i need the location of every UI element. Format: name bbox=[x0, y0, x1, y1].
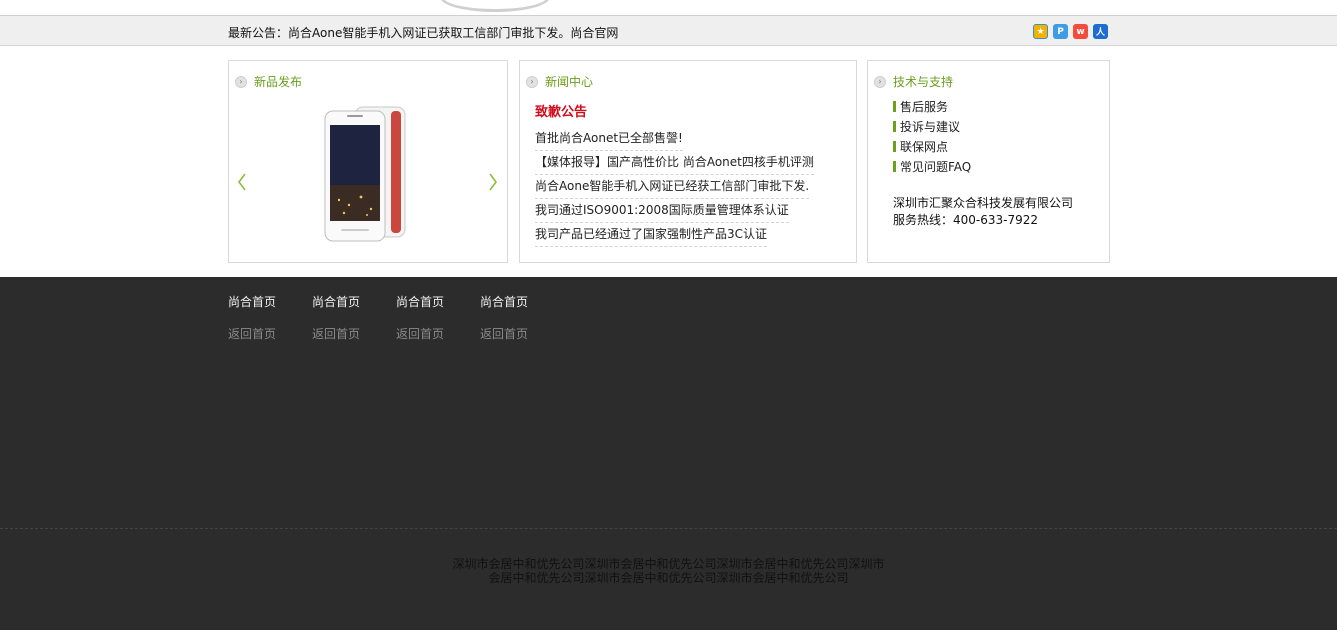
carousel-prev-arrow-icon[interactable] bbox=[237, 173, 247, 191]
support-link-label: 投诉与建议 bbox=[900, 119, 961, 134]
footer-link-main[interactable]: 尚合首页 bbox=[228, 294, 312, 326]
support-links: 售后服务 投诉与建议 联保网点 常见问题FAQ bbox=[893, 96, 971, 176]
announcement-text[interactable]: 最新公告：尚合Aone智能手机入网证已获取工信部门审批下发。尚合官网 bbox=[228, 24, 618, 41]
copyright-line: 会居中和优先公司深圳市会居中和优先公司深圳市会居中和优先公司 bbox=[488, 571, 849, 585]
bullet-bar-icon bbox=[893, 120, 896, 132]
bullet-bar-icon bbox=[893, 160, 896, 172]
panel-title: 技术与支持 bbox=[893, 75, 954, 89]
list-item: 尚合Aone智能手机入网证已经获工信部门审批下发. bbox=[535, 174, 814, 199]
news-link[interactable]: 【媒体报导】国产高性价比 尚合Aonet四核手机评测 bbox=[535, 150, 814, 175]
panel-header: › 技术与支持 bbox=[874, 73, 953, 90]
notice-bar: 最新公告：尚合Aone智能手机入网证已获取工信部门审批下发。尚合官网 ★ P w… bbox=[0, 16, 1337, 46]
footer-column: 尚合首页 返回首页 bbox=[312, 294, 396, 342]
support-link-label: 联保网点 bbox=[900, 139, 949, 154]
bullet-bar-icon bbox=[893, 140, 896, 152]
new-products-panel: › 新品发布 bbox=[228, 60, 508, 263]
footer-column: 尚合首页 返回首页 bbox=[480, 294, 564, 342]
footer-link-sub[interactable]: 返回首页 bbox=[312, 326, 396, 342]
footer-link-main[interactable]: 尚合首页 bbox=[396, 294, 480, 326]
carousel-next-arrow-icon[interactable] bbox=[488, 173, 498, 191]
footer-column: 尚合首页 返回首页 bbox=[396, 294, 480, 342]
footer-link-sub[interactable]: 返回首页 bbox=[396, 326, 480, 342]
list-item: 首批尚合Aonet已全部售謦! bbox=[535, 126, 814, 151]
service-hotline: 服务热线：400-633-7922 bbox=[893, 213, 1039, 227]
news-link[interactable]: 尚合Aone智能手机入网证已经获工信部门审批下发. bbox=[535, 174, 810, 199]
news-headline-link[interactable]: 致歉公告 bbox=[535, 101, 814, 120]
banner-image-edge bbox=[440, 0, 550, 12]
news-center-panel: › 新闻中心 致歉公告 首批尚合Aonet已全部售謦! 【媒体报导】国产高性价比… bbox=[519, 60, 857, 263]
footer-nav: 尚合首页 返回首页 尚合首页 返回首页 尚合首页 返回首页 尚合首页 返回首页 bbox=[228, 294, 564, 342]
footer-copyright: 深圳市会居中和优先公司深圳市会居中和优先公司深圳市会居中和优先公司深圳市 会居中… bbox=[0, 557, 1337, 585]
tech-support-panel: › 技术与支持 售后服务 投诉与建议 联保网点 常见问题FAQ 深圳市汇聚众合科… bbox=[867, 60, 1110, 263]
news-link[interactable]: 我司通过ISO9001:2008国际质量管理体系认证 bbox=[535, 198, 789, 223]
support-link-after-sales[interactable]: 售后服务 bbox=[893, 96, 971, 116]
footer-link-main[interactable]: 尚合首页 bbox=[312, 294, 396, 326]
support-link-faq[interactable]: 常见问题FAQ bbox=[893, 156, 971, 176]
support-link-label: 售后服务 bbox=[900, 99, 949, 114]
chevron-right-icon: › bbox=[235, 75, 247, 88]
footer-divider bbox=[0, 528, 1337, 529]
footer-link-sub[interactable]: 返回首页 bbox=[228, 326, 312, 342]
top-banner bbox=[0, 0, 1337, 16]
list-item: 【媒体报导】国产高性价比 尚合Aonet四核手机评测 bbox=[535, 150, 814, 175]
news-link[interactable]: 首批尚合Aonet已全部售謦! bbox=[535, 126, 683, 151]
renren-icon[interactable]: 人 bbox=[1093, 24, 1108, 39]
footer-link-sub[interactable]: 返回首页 bbox=[480, 326, 564, 342]
bullet-bar-icon bbox=[893, 100, 896, 112]
news-list: 致歉公告 首批尚合Aonet已全部售謦! 【媒体报导】国产高性价比 尚合Aone… bbox=[535, 101, 814, 247]
support-link-label: 常见问题FAQ bbox=[900, 159, 972, 174]
panel-title: 新闻中心 bbox=[545, 75, 594, 89]
support-link-service-points[interactable]: 联保网点 bbox=[893, 136, 971, 156]
panel-header: › 新品发布 bbox=[235, 73, 302, 90]
qzone-icon[interactable]: ★ bbox=[1033, 24, 1048, 39]
chevron-right-icon: › bbox=[874, 75, 886, 88]
footer-column: 尚合首页 返回首页 bbox=[228, 294, 312, 342]
copyright-line: 深圳市会居中和优先公司深圳市会居中和优先公司深圳市会居中和优先公司深圳市 bbox=[452, 557, 885, 571]
sina-weibo-icon[interactable]: w bbox=[1073, 24, 1088, 39]
chevron-right-icon: › bbox=[526, 75, 538, 88]
phone-product-image[interactable] bbox=[319, 105, 415, 245]
company-name: 深圳市汇聚众合科技发展有限公司 bbox=[893, 196, 1074, 210]
footer-link-main[interactable]: 尚合首页 bbox=[480, 294, 564, 326]
site-footer: 尚合首页 返回首页 尚合首页 返回首页 尚合首页 返回首页 尚合首页 返回首页 … bbox=[0, 277, 1337, 630]
list-item: 我司通过ISO9001:2008国际质量管理体系认证 bbox=[535, 198, 814, 223]
news-link[interactable]: 我司产品已经通过了国家强制性产品3C认证 bbox=[535, 222, 768, 247]
list-item: 我司产品已经通过了国家强制性产品3C认证 bbox=[535, 222, 814, 247]
panel-title: 新品发布 bbox=[254, 75, 303, 89]
company-info: 深圳市汇聚众合科技发展有限公司 服务热线：400-633-7922 bbox=[893, 195, 1073, 229]
share-icons: ★ P w 人 bbox=[1033, 24, 1108, 39]
support-link-complaints[interactable]: 投诉与建议 bbox=[893, 116, 971, 136]
qq-weibo-icon[interactable]: P bbox=[1053, 24, 1068, 39]
panel-header: › 新闻中心 bbox=[526, 73, 593, 90]
